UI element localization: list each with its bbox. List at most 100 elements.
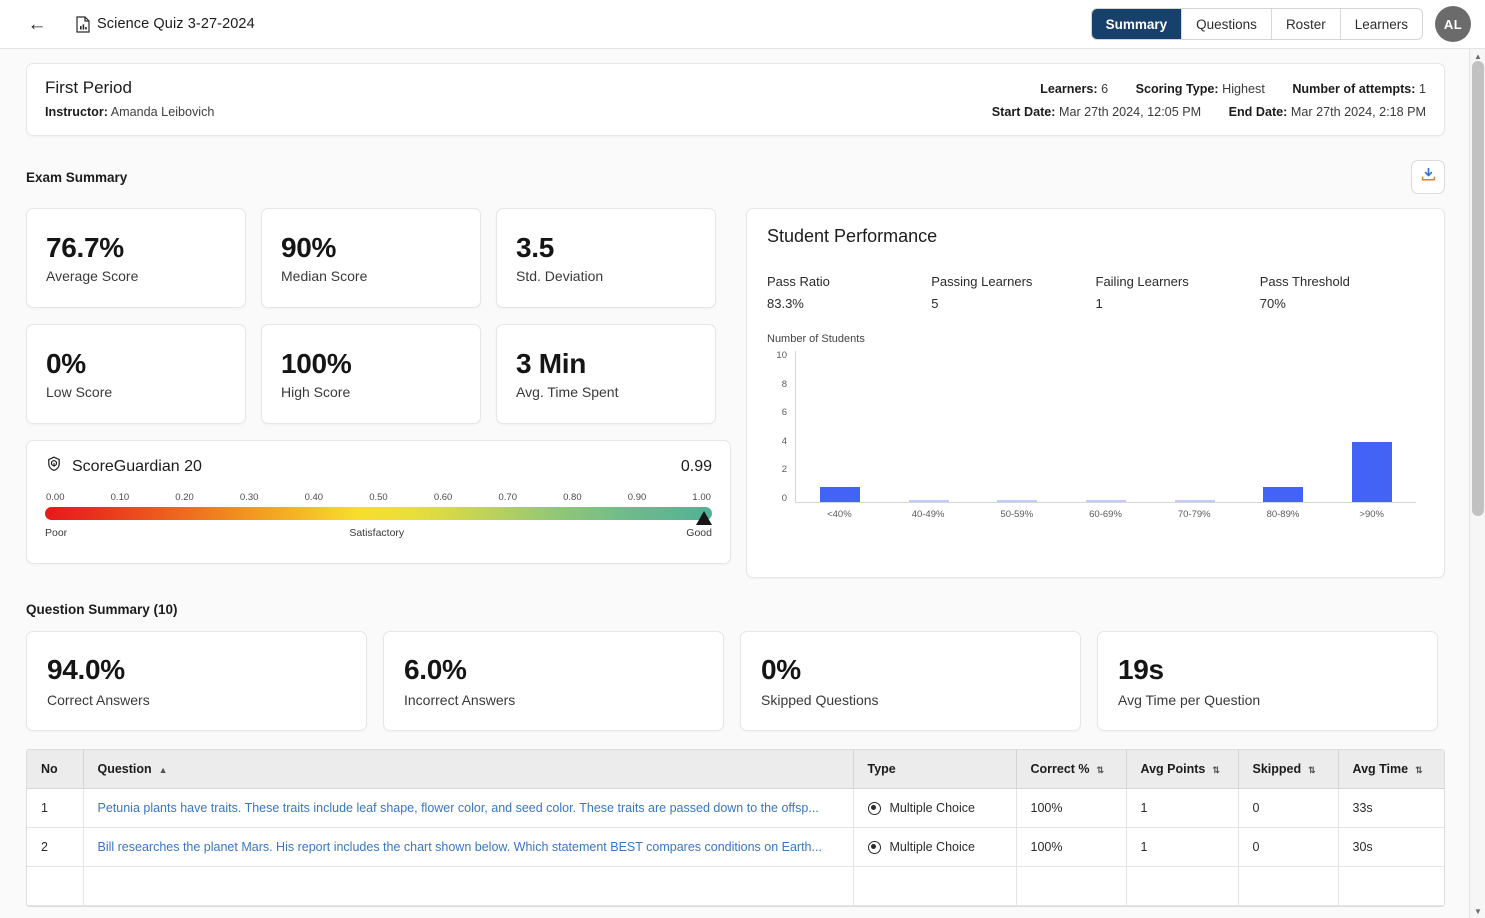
stat-value: 3.5 (516, 231, 555, 263)
score-guardian-header: ScoreGuardian 20 0.99 (45, 455, 712, 478)
stat-value: 3 Min (516, 347, 587, 379)
sg-tick: 0.50 (369, 492, 388, 503)
perf-stat-passing-learners: Passing Learners 5 (931, 274, 1095, 311)
table-row[interactable]: 1 Petunia plants have traits. These trait… (27, 788, 1444, 828)
tab-questions[interactable]: Questions (1182, 9, 1272, 39)
perf-stat-failing-learners: Failing Learners 1 (1096, 274, 1260, 311)
instructor-label: Instructor: (45, 105, 108, 119)
avatar[interactable]: AL (1435, 6, 1471, 42)
tab-roster[interactable]: Roster (1272, 9, 1341, 39)
col-label: Avg Time (1352, 762, 1409, 776)
tab-summary[interactable]: Summary (1091, 9, 1183, 39)
student-performance-stats: Pass Ratio 83.3% Passing Learners 5 Fail… (767, 274, 1424, 311)
download-button[interactable] (1411, 160, 1445, 194)
col-header-type[interactable]: Type (853, 750, 1017, 789)
score-guardian-name: ScoreGuardian 20 (72, 457, 202, 475)
nav-tabs: Summary Questions Roster Learners (1090, 8, 1423, 40)
question-summary-cards: 94.0% Correct Answers 6.0% Incorrect Ans… (26, 631, 1445, 731)
col-header-avg-points[interactable]: Avg Points ⇅ (1126, 750, 1239, 789)
sg-tick: 0.20 (175, 492, 194, 503)
chart-x-tick: <40% (827, 509, 852, 520)
stat-value: 0% (46, 347, 86, 379)
col-header-correct-pct[interactable]: Correct % ⇅ (1016, 750, 1127, 789)
cell-skipped: 0 (1238, 788, 1339, 828)
chart-bar[interactable] (1263, 486, 1304, 502)
type-label: Multiple Choice (889, 801, 975, 815)
cell-question[interactable]: Petunia plants have traits. These traits… (83, 788, 854, 828)
chart-y-tick: 6 (781, 407, 787, 418)
perf-stat-value: 83.3% (767, 296, 804, 311)
exam-summary-title: Exam Summary (26, 169, 128, 185)
chart-y-axis-title: Number of Students (767, 333, 865, 345)
stat-card-low-score: 0% Low Score (26, 324, 246, 424)
type-label: Multiple Choice (889, 840, 975, 854)
q-card-label: Correct Answers (47, 692, 150, 708)
col-header-question[interactable]: Question ▲ (83, 750, 854, 789)
col-header-skipped[interactable]: Skipped ⇅ (1238, 750, 1339, 789)
sg-tick: 0.60 (433, 492, 453, 503)
scroll-down-arrow-icon[interactable]: ▼ (1470, 904, 1485, 918)
chart-bar-slot (973, 351, 1062, 502)
end-date-label: End Date: (1228, 105, 1288, 119)
shield-gauge-icon (45, 455, 63, 478)
chart-y-tick: 10 (776, 350, 787, 361)
sg-legend-poor: Poor (45, 527, 68, 539)
back-arrow-icon[interactable]: ← (24, 11, 50, 37)
chart-bar[interactable] (908, 500, 949, 502)
chart-bar[interactable] (1086, 500, 1127, 502)
score-guardian-score: 0.99 (680, 457, 712, 475)
exam-meta: Learners: 6 Scoring Type: Highest Number… (992, 78, 1426, 119)
chart-bar[interactable] (1351, 441, 1392, 502)
score-guardian-ticks: 0.00 0.10 0.20 0.30 0.40 0.50 0.60 0.70 … (45, 492, 712, 503)
question-link[interactable]: Petunia plants have traits. These traits… (98, 801, 819, 815)
col-label: Question (97, 762, 152, 776)
exam-info-left: First Period Instructor: Amanda Leibovic… (45, 78, 214, 119)
cell-avg-time (1338, 866, 1444, 906)
q-card-avg-time-per-question: 19s Avg Time per Question (1097, 631, 1438, 731)
chart-bar[interactable] (997, 500, 1038, 502)
sg-tick: 0.90 (627, 492, 647, 503)
table-row[interactable] (27, 866, 1444, 906)
score-guardian-gradient-bar (45, 507, 712, 525)
chart-y-tick-labels: 10 8 6 4 2 0 (767, 351, 787, 503)
scrollbar-thumb[interactable] (1472, 61, 1484, 516)
chart-x-tick: 70-79% (1177, 509, 1211, 520)
cell-avg-points: 1 (1126, 827, 1239, 867)
col-header-no[interactable]: No (27, 750, 84, 789)
vertical-scrollbar[interactable]: ▲ ▼ (1469, 49, 1485, 918)
cell-question[interactable] (83, 866, 854, 906)
exam-summary-header: Exam Summary (26, 160, 1445, 194)
chart-bar[interactable] (1174, 500, 1215, 502)
stat-label: Low Score (46, 384, 113, 401)
stat-card-median-score: 90% Median Score (261, 208, 481, 308)
page-content: First Period Instructor: Amanda Leibovic… (0, 49, 1469, 918)
chart-x-tick: >90% (1359, 509, 1384, 520)
exam-info-card: First Period Instructor: Amanda Leibovic… (26, 63, 1445, 136)
cell-correct-pct: 100% (1016, 827, 1127, 867)
multiple-choice-icon (867, 840, 881, 854)
cell-question[interactable]: Bill researches the planet Mars. His rep… (83, 827, 854, 867)
cell-skipped: 0 (1238, 827, 1339, 867)
table-row[interactable]: 2 Bill researches the planet Mars. His re… (27, 827, 1444, 867)
chart-bar[interactable] (820, 486, 861, 502)
chart-x-tick: 50-59% (1000, 509, 1034, 520)
multiple-choice-icon (867, 801, 881, 815)
col-header-avg-time[interactable]: Avg Time ⇅ (1338, 750, 1444, 789)
cell-avg-time: 33s (1338, 788, 1444, 828)
cell-type: Multiple Choice (853, 827, 1017, 867)
start-date-meta: Start Date: Mar 27th 2024, 12:05 PM (992, 105, 1205, 119)
tab-learners[interactable]: Learners (1341, 9, 1422, 39)
table-header-row: No Question ▲ Type Correct % ⇅ Avg Points ⇅… (27, 750, 1444, 789)
sg-tick: 0.30 (239, 492, 259, 503)
cell-avg-points (1126, 866, 1239, 906)
sg-tick: 0.10 (110, 492, 130, 503)
exam-summary-left: 76.7% Average Score 90% Median Score 3.5… (26, 208, 731, 578)
question-link[interactable]: Bill researches the planet Mars. His rep… (98, 840, 822, 854)
download-icon (1420, 166, 1437, 188)
stat-value: 76.7% (46, 231, 124, 263)
q-card-label: Skipped Questions (761, 692, 879, 708)
document-chart-icon (76, 15, 90, 33)
stat-card-std-deviation: 3.5 Std. Deviation (496, 208, 716, 308)
question-table: No Question ▲ Type Correct % ⇅ Avg Points ⇅… (26, 749, 1445, 907)
attempts-value: 1 (1418, 82, 1426, 96)
